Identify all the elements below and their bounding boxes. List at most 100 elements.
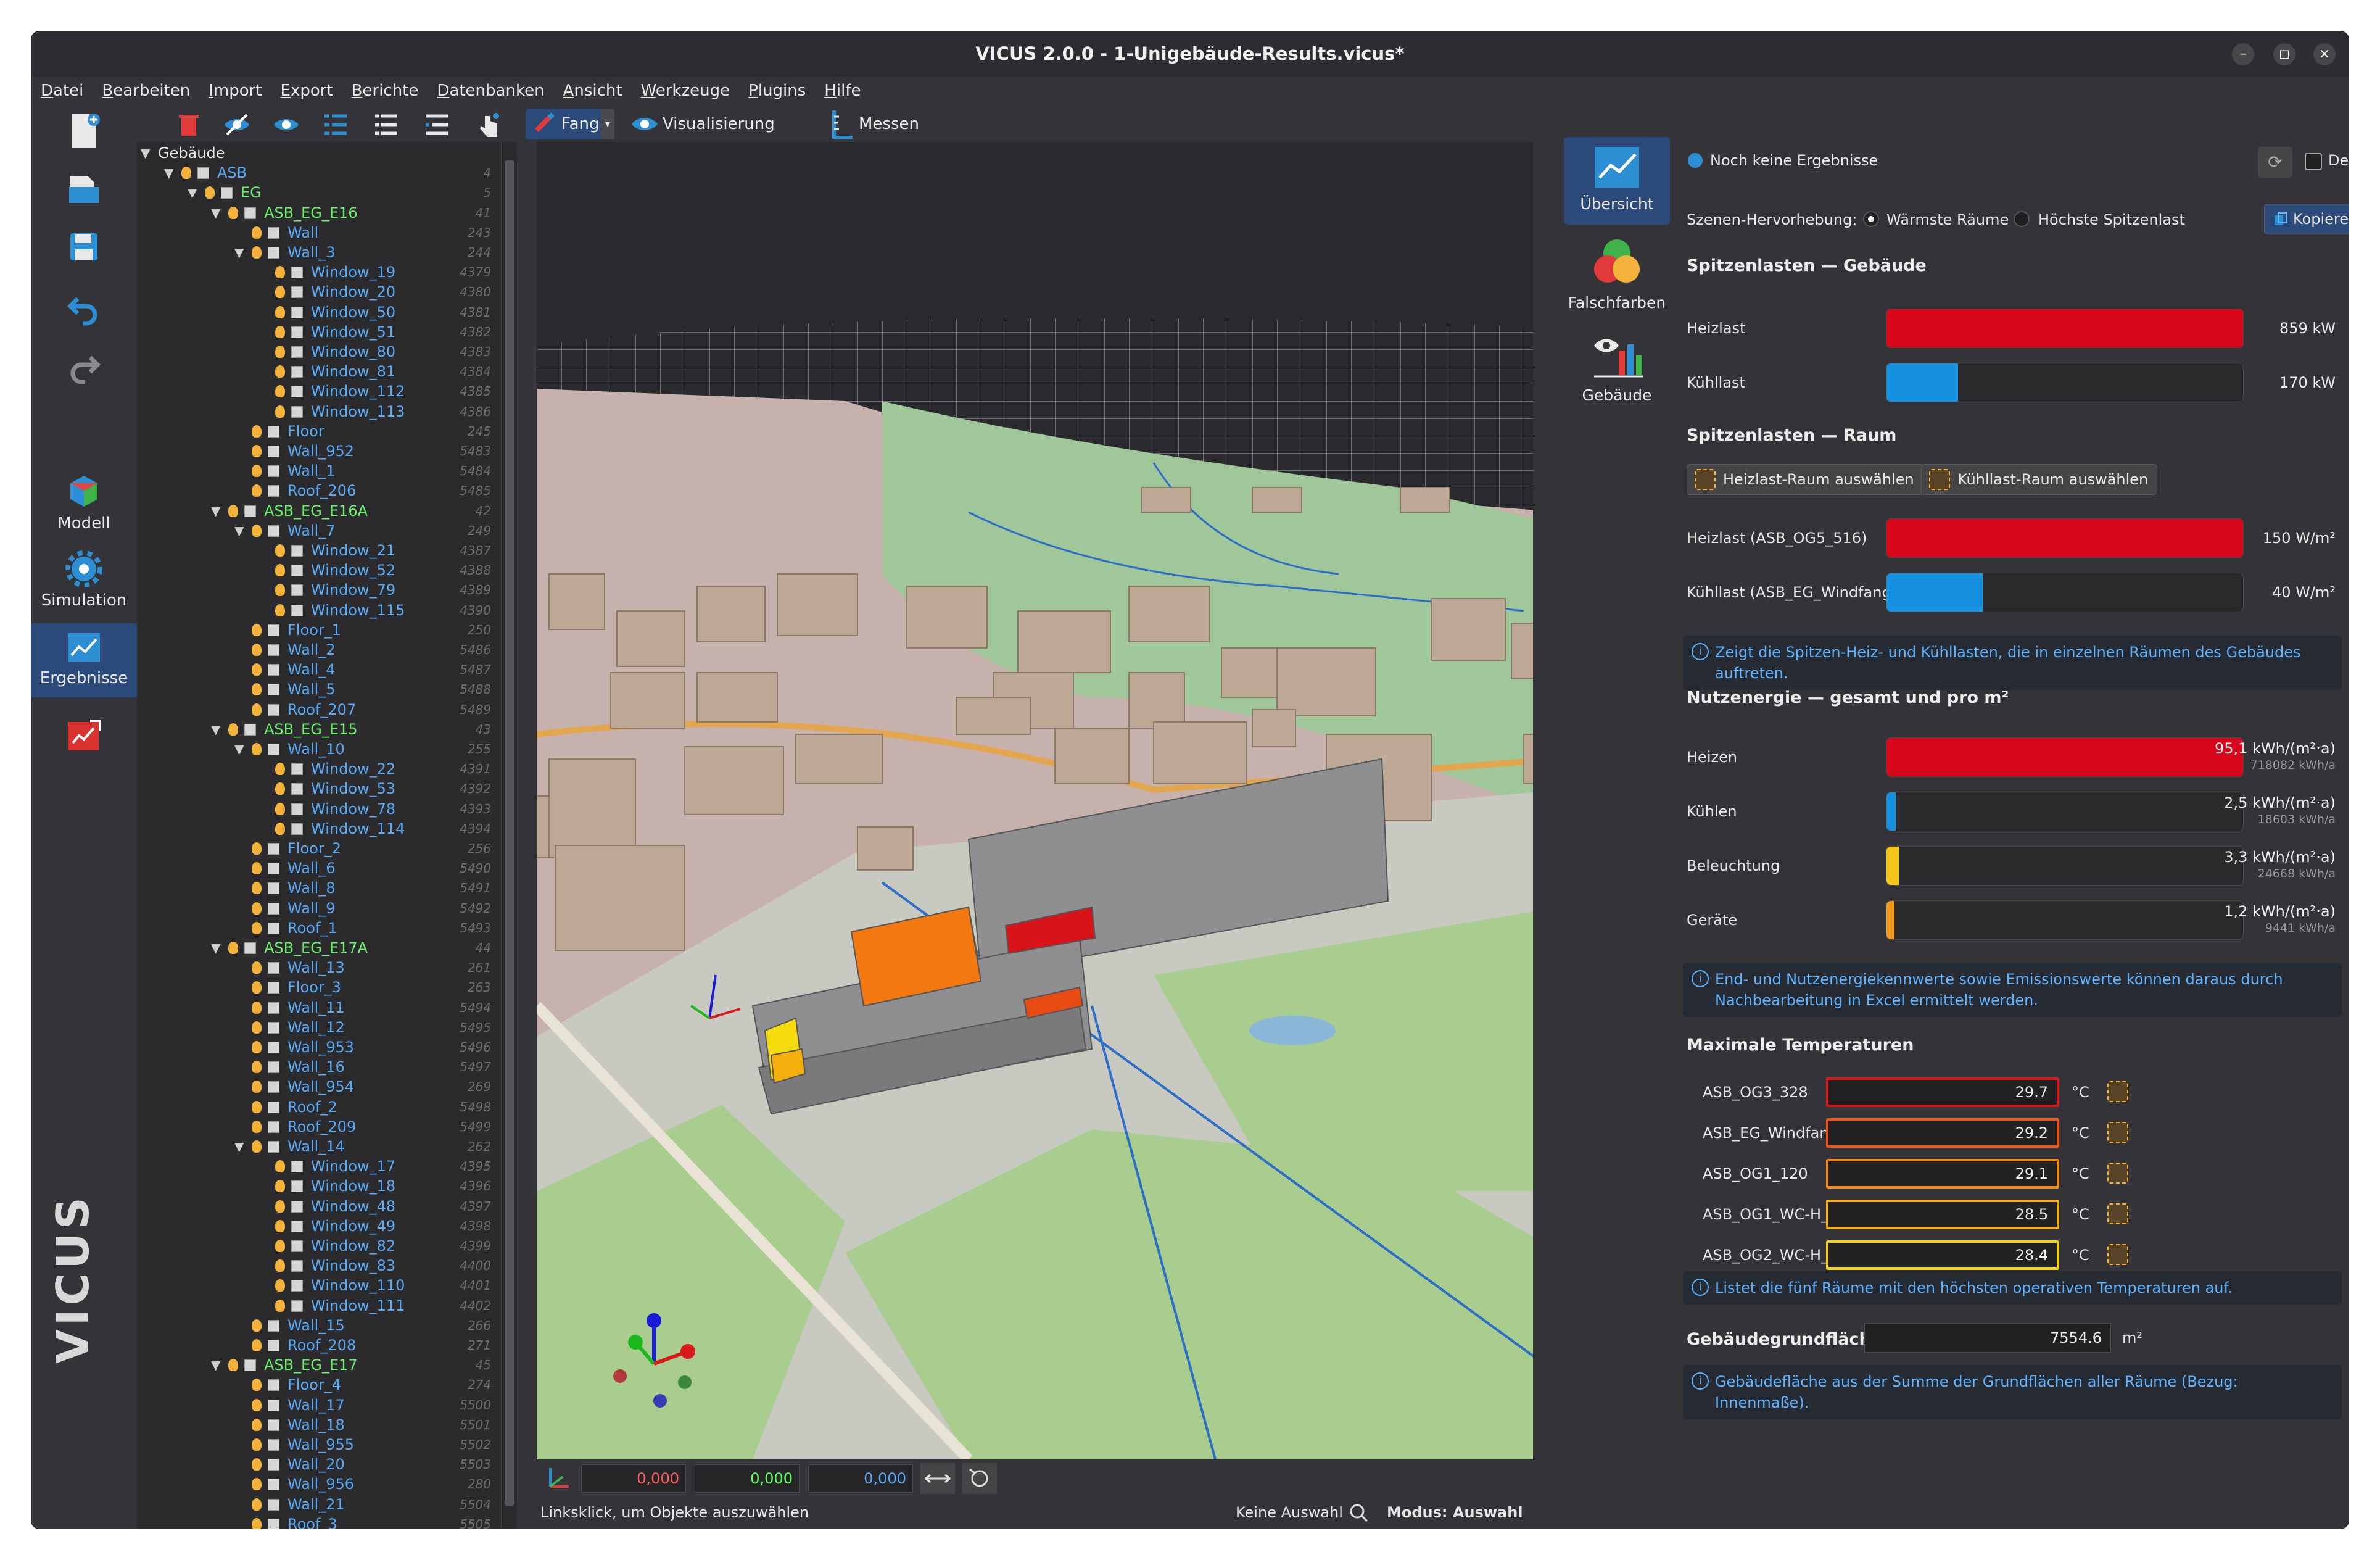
tree-item[interactable]: Wall_13 261	[137, 958, 501, 977]
visibility-bulb-icon[interactable]	[275, 1279, 285, 1292]
new-file-button[interactable]	[31, 111, 137, 154]
selection-box-icon[interactable]	[268, 1081, 279, 1093]
visibility-bulb-icon[interactable]	[252, 902, 262, 915]
tree-item[interactable]: ▼ ASB 4	[137, 163, 501, 183]
selection-box-icon[interactable]	[221, 187, 233, 199]
selection-box-icon[interactable]	[268, 1042, 279, 1053]
tree-item[interactable]: Wall 243	[137, 223, 501, 243]
selection-box-icon[interactable]	[244, 1359, 256, 1372]
visibility-bulb-icon[interactable]	[228, 206, 238, 219]
tree-item[interactable]: Wall_1 5484	[137, 461, 501, 481]
tree-item[interactable]: Window_52 4388	[137, 560, 501, 580]
selection-box-icon[interactable]	[291, 405, 303, 418]
expand-arrow-icon[interactable]: ▼	[234, 243, 249, 262]
selection-box-icon[interactable]	[268, 1021, 279, 1034]
tree-item[interactable]: Roof_209 5499	[137, 1117, 501, 1137]
visibility-bulb-icon[interactable]	[205, 186, 215, 199]
menu-item-hilfe[interactable]: Hilfe	[824, 77, 861, 105]
tree-item[interactable]: Wall_8 5491	[137, 878, 501, 898]
selection-box-icon[interactable]	[291, 306, 303, 318]
select-all-icon[interactable]	[322, 111, 349, 138]
visibility-bulb-icon[interactable]	[275, 1200, 285, 1213]
undo-button[interactable]	[31, 290, 137, 333]
selection-box-icon[interactable]	[268, 982, 279, 994]
menu-item-import[interactable]: Import	[209, 77, 262, 105]
visibility-bulb-icon[interactable]	[252, 743, 262, 755]
nav-gebaeude[interactable]: Gebäude	[1564, 327, 1670, 413]
visibility-bulb-icon[interactable]	[252, 425, 262, 438]
selection-box-icon[interactable]	[291, 1240, 303, 1252]
visibility-bulb-icon[interactable]	[228, 942, 238, 954]
selection-box-icon[interactable]	[291, 584, 303, 597]
tree-item[interactable]: ▼ Wall_3 244	[137, 243, 501, 262]
visibility-bulb-icon[interactable]	[252, 1379, 262, 1392]
tree-item[interactable]: Window_113 4386	[137, 402, 501, 421]
selection-box-icon[interactable]	[268, 882, 279, 895]
tree-item[interactable]: ▼ EG 5	[137, 183, 501, 202]
visibility-bulb-icon[interactable]	[275, 1219, 285, 1232]
selection-box-icon[interactable]	[291, 1220, 303, 1232]
open-file-button[interactable]	[31, 170, 137, 213]
deselect-icon[interactable]	[423, 111, 450, 138]
selection-box-icon[interactable]	[291, 346, 303, 358]
visibility-bulb-icon[interactable]	[228, 504, 238, 517]
visibility-bulb-icon[interactable]	[275, 266, 285, 279]
tree-item[interactable]: Window_18 4396	[137, 1176, 501, 1196]
tree-item[interactable]: Wall_956 280	[137, 1474, 501, 1494]
selection-box-icon[interactable]	[268, 922, 279, 934]
selection-box-icon[interactable]	[268, 1399, 279, 1411]
tree-room-item[interactable]: ▼ ASB_EG_E16 41	[137, 203, 501, 223]
visibility-bulb-icon[interactable]	[252, 1061, 262, 1074]
tree-item[interactable]: Roof_208 271	[137, 1335, 501, 1355]
align-icon[interactable]	[920, 1463, 955, 1494]
selection-box-icon[interactable]	[268, 863, 279, 875]
mode-modell[interactable]: Modell	[31, 472, 137, 540]
selection-box-icon[interactable]	[268, 902, 279, 915]
selection-box-icon[interactable]	[268, 1002, 279, 1014]
tree-item[interactable]: Window_22 4391	[137, 759, 501, 779]
expand-arrow-icon[interactable]: ▼	[211, 720, 226, 739]
selection-box-icon[interactable]	[291, 1161, 303, 1173]
mode-simulation[interactable]: Simulation	[31, 549, 137, 617]
expand-arrow-icon[interactable]: ▼	[234, 739, 249, 759]
visibility-bulb-icon[interactable]	[252, 1438, 262, 1451]
visibility-bulb-icon[interactable]	[275, 1160, 285, 1173]
menu-item-export[interactable]: Export	[281, 77, 333, 105]
tree-item[interactable]: Window_82 4399	[137, 1236, 501, 1256]
tree-item[interactable]: Window_78 4393	[137, 799, 501, 819]
tree-item[interactable]: Window_115 4390	[137, 600, 501, 620]
visibility-bulb-icon[interactable]	[252, 981, 262, 994]
list-icon[interactable]	[373, 111, 400, 138]
temp-value-field[interactable]: 29.1	[1826, 1159, 2059, 1189]
tree-item[interactable]: Roof_2 5498	[137, 1097, 501, 1117]
visibility-bulb-icon[interactable]	[252, 1100, 262, 1113]
3d-scene-view[interactable]	[537, 142, 1561, 1459]
visibility-bulb-icon[interactable]	[228, 723, 238, 736]
selection-box-icon[interactable]	[268, 684, 279, 696]
selection-box-icon[interactable]	[291, 803, 303, 815]
tree-item[interactable]: Roof_206 5485	[137, 481, 501, 500]
select-room-cube-icon[interactable]	[2107, 1203, 2128, 1224]
redo-button[interactable]	[31, 349, 137, 392]
visibility-bulb-icon[interactable]	[275, 1259, 285, 1272]
selection-box-icon[interactable]	[268, 247, 279, 259]
tree-scrollbar[interactable]	[501, 142, 517, 1529]
tree-room-item[interactable]: ▼ ASB_EG_E17 45	[137, 1355, 501, 1375]
tree-item[interactable]: ▼ Wall_7 249	[137, 521, 501, 541]
tree-item[interactable]: ▼ Wall_14 262	[137, 1137, 501, 1156]
visibility-bulb-icon[interactable]	[275, 365, 285, 378]
selection-box-icon[interactable]	[291, 1300, 303, 1312]
visibility-bulb-icon[interactable]	[275, 564, 285, 577]
tree-item[interactable]: Window_81 4384	[137, 362, 501, 381]
coord-y-field[interactable]: 0,000	[695, 1464, 800, 1493]
save-button[interactable]	[31, 228, 137, 272]
select-room-cube-icon[interactable]	[2107, 1122, 2128, 1143]
tree-item[interactable]: Wall_952 5483	[137, 441, 501, 461]
visibility-bulb-icon[interactable]	[275, 385, 285, 398]
tree-item[interactable]: Roof_207 5489	[137, 700, 501, 720]
selection-box-icon[interactable]	[291, 763, 303, 776]
expand-arrow-icon[interactable]: ▼	[141, 143, 155, 163]
expand-arrow-icon[interactable]: ▼	[211, 938, 226, 958]
selection-box-icon[interactable]	[268, 446, 279, 457]
visibility-bulb-icon[interactable]	[275, 1240, 285, 1252]
